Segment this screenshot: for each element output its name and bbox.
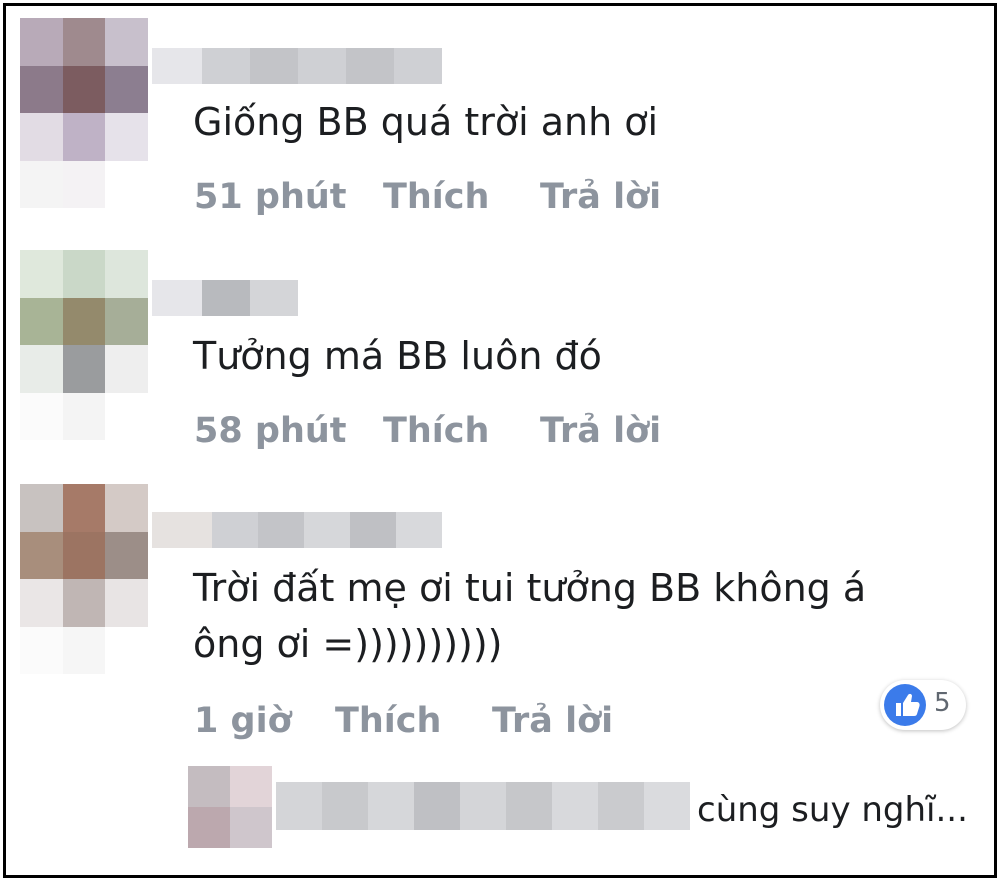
avatar[interactable]	[20, 18, 148, 208]
comment-text: Tưởng má BB luôn đó	[193, 334, 602, 378]
avatar[interactable]	[20, 250, 148, 440]
reply-author-blurred[interactable]	[276, 782, 690, 830]
like-button[interactable]: Thích	[383, 177, 489, 217]
comment-text: Giống BB quá trời anh ơi	[193, 100, 659, 144]
comment-text-line-2: ông ơi =))))))))))	[193, 622, 503, 666]
commenter-name-blurred[interactable]	[152, 280, 298, 316]
reply-preview-text[interactable]: cùng suy nghĩ...	[697, 790, 968, 830]
reaction-count: 5	[934, 688, 951, 718]
comment-time[interactable]: 51 phút	[194, 177, 347, 217]
reply-avatar[interactable]	[188, 766, 272, 848]
like-button[interactable]: Thích	[335, 701, 441, 741]
comment-text-line-1: Trời đất mẹ ơi tui tưởng BB không á	[193, 566, 867, 610]
commenter-name-blurred[interactable]	[152, 512, 442, 548]
comment-time[interactable]: 58 phút	[194, 411, 347, 451]
reply-button[interactable]: Trả lời	[540, 411, 661, 451]
commenter-name-blurred[interactable]	[152, 48, 442, 84]
thumbs-up-icon	[884, 684, 926, 726]
reaction-summary[interactable]: 5	[880, 680, 966, 730]
like-button[interactable]: Thích	[383, 411, 489, 451]
reply-button[interactable]: Trả lời	[492, 701, 613, 741]
reply-button[interactable]: Trả lời	[540, 177, 661, 217]
comment-time[interactable]: 1 giờ	[194, 701, 292, 741]
avatar[interactable]	[20, 484, 148, 674]
